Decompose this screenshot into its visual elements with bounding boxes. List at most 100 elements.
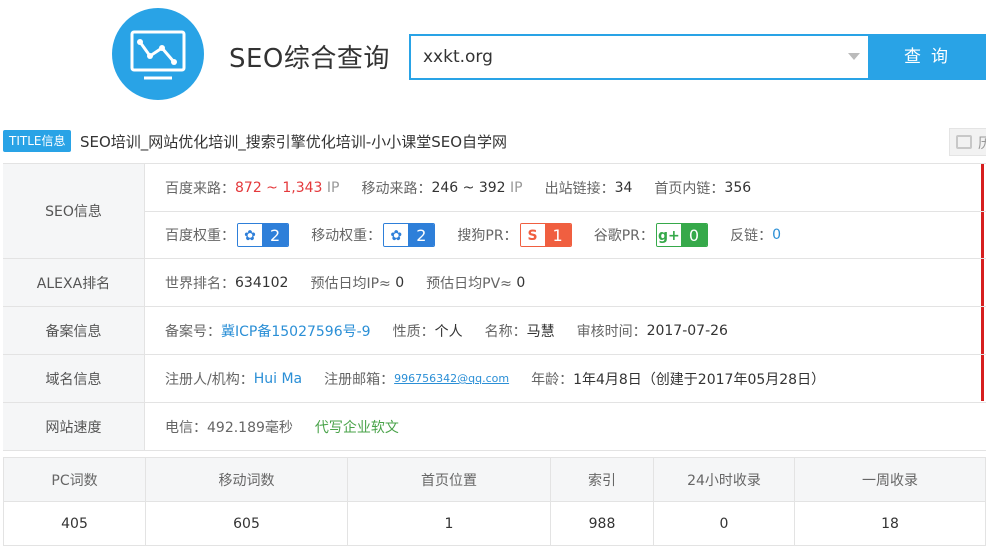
label: 电信： bbox=[165, 419, 207, 436]
row-speed: 网站速度 电信： 492.189毫秒 代写企业软文 bbox=[3, 403, 986, 451]
icp-name: 名称： 马慧 bbox=[485, 321, 555, 341]
outbound-links: 出站链接： 34 bbox=[545, 178, 633, 198]
icp-nature: 性质： 个人 bbox=[393, 321, 463, 341]
value: 0 bbox=[516, 274, 526, 291]
row-label: 网站速度 bbox=[3, 403, 145, 450]
weight-line: 百度权重： ✿ 2 移动权重： ✿ 2 搜狗PR： S 1 谷歌PR： g+ 0… bbox=[145, 211, 986, 258]
search-input[interactable] bbox=[423, 36, 823, 78]
title-badge: TITLE信息 bbox=[3, 130, 72, 152]
daily-ip: 预估日均IP≈ 0 bbox=[310, 273, 404, 293]
label: 谷歌PR： bbox=[593, 228, 654, 244]
chevron-down-icon[interactable] bbox=[848, 53, 860, 60]
value: 34 bbox=[614, 179, 633, 196]
registrant[interactable]: 注册人/机构： Hui Ma bbox=[165, 369, 302, 389]
value: 872 ~ 1,343 bbox=[235, 179, 323, 196]
label: 预估日均IP≈ bbox=[310, 275, 391, 292]
col-header: 首页位置 bbox=[347, 457, 551, 502]
domain-age: 年龄： 1年4月8日 （创建于2017年05月28日） bbox=[531, 369, 825, 389]
created-note: （创建于2017年05月28日） bbox=[641, 371, 826, 388]
google-plus-icon: g+ bbox=[656, 224, 681, 246]
value: 0 bbox=[680, 224, 708, 246]
search-button[interactable]: 查询 bbox=[868, 34, 986, 80]
sogou-pr-badge[interactable]: S 1 bbox=[519, 223, 572, 247]
pc-words[interactable]: 405 bbox=[3, 501, 146, 546]
icp-line: 备案号： 冀ICP备15027596号-9 性质： 个人 名称： 马慧 审核时间… bbox=[145, 307, 986, 354]
mobile-traffic: 移动来路： 246 ~ 392 IP bbox=[361, 178, 522, 198]
label: 首页内链： bbox=[654, 180, 725, 197]
index-count[interactable]: 988 bbox=[550, 501, 654, 546]
col-header: PC词数 bbox=[3, 457, 146, 502]
label: 审核时间： bbox=[576, 323, 647, 340]
col-header: 索引 bbox=[550, 457, 654, 502]
label: 性质： bbox=[392, 323, 435, 340]
paw-icon: ✿ bbox=[238, 224, 262, 246]
value: 1年4月8日 bbox=[573, 371, 642, 388]
sogou-pr[interactable]: 搜狗PR： S 1 bbox=[457, 223, 572, 247]
col-header: 移动词数 bbox=[145, 457, 348, 502]
indexed-week[interactable]: 18 bbox=[794, 501, 986, 546]
value: 个人 bbox=[434, 323, 463, 340]
table-row: 405 605 1 988 0 18 bbox=[3, 501, 986, 546]
label: 搜狗PR： bbox=[457, 228, 518, 244]
sogou-icon: S bbox=[520, 224, 545, 246]
label: 百度权重： bbox=[165, 228, 235, 244]
icp-link[interactable]: 冀ICP备15027596号-9 bbox=[221, 321, 371, 341]
value: 2 bbox=[262, 224, 289, 246]
value: 0 bbox=[395, 274, 405, 291]
label: 预估日均PV≈ bbox=[426, 275, 512, 292]
google-pr-badge[interactable]: g+ 0 bbox=[655, 223, 709, 247]
label: 年龄： bbox=[531, 371, 574, 388]
row-icp: 备案信息 备案号： 冀ICP备15027596号-9 性质： 个人 名称： 马慧… bbox=[3, 307, 986, 355]
world-rank: 世界排名： 634102 bbox=[165, 273, 288, 293]
unit: IP bbox=[326, 179, 340, 196]
stats-header-row: PC词数 移动词数 首页位置 索引 24小时收录 一周收录 bbox=[3, 457, 986, 502]
label: 世界排名： bbox=[165, 275, 235, 292]
row-label: 备案信息 bbox=[3, 307, 145, 354]
mobile-weight-badge[interactable]: ✿ 2 bbox=[383, 223, 436, 247]
baidu-weight[interactable]: 百度权重： ✿ 2 bbox=[165, 223, 290, 247]
baidu-weight-badge[interactable]: ✿ 2 bbox=[237, 223, 290, 247]
history-button[interactable]: 历 bbox=[949, 128, 986, 156]
domain-line: 注册人/机构： Hui Ma 注册邮箱： 996756342@qq.com 年龄… bbox=[145, 355, 986, 402]
paw-icon: ✿ bbox=[384, 224, 409, 246]
site-title: SEO培训_网站优化培训_搜索引擎优化培训-小小课堂SEO自学网 bbox=[80, 133, 508, 151]
icp-number[interactable]: 备案号： 冀ICP备15027596号-9 bbox=[165, 321, 371, 341]
row-seo-info: SEO信息 百度来路： 872 ~ 1,343 IP 移动来路： 246 ~ 3… bbox=[3, 164, 986, 259]
alexa-line: 世界排名： 634102 预估日均IP≈ 0 预估日均PV≈ 0 bbox=[145, 259, 986, 306]
google-pr[interactable]: 谷歌PR： g+ 0 bbox=[593, 223, 709, 247]
label: 备案号： bbox=[165, 323, 221, 340]
inbound-links: 首页内链： 356 bbox=[654, 178, 751, 198]
baidu-traffic: 百度来路： 872 ~ 1,343 IP bbox=[165, 178, 339, 198]
mobile-weight[interactable]: 移动权重： ✿ 2 bbox=[311, 223, 436, 247]
history-label: 历 bbox=[978, 136, 986, 152]
ad-link[interactable]: 代写企业软文 bbox=[315, 417, 399, 437]
col-header: 24小时收录 bbox=[653, 457, 795, 502]
app-title: SEO综合查询 bbox=[229, 44, 390, 74]
email-link[interactable]: 996756342@qq.com bbox=[394, 372, 509, 385]
row-domain: 域名信息 注册人/机构： Hui Ma 注册邮箱： 996756342@qq.c… bbox=[3, 355, 986, 403]
mobile-words[interactable]: 605 bbox=[145, 501, 348, 546]
homepage-position[interactable]: 1 bbox=[347, 501, 551, 546]
label: 注册人/机构： bbox=[165, 371, 254, 388]
backlinks[interactable]: 反链： 0 bbox=[730, 225, 781, 245]
row-label: ALEXA排名 bbox=[3, 259, 145, 306]
label: 反链： bbox=[730, 228, 773, 244]
col-header: 一周收录 bbox=[794, 457, 986, 502]
seo-info-table: SEO信息 百度来路： 872 ~ 1,343 IP 移动来路： 246 ~ 3… bbox=[3, 163, 986, 451]
row-label: SEO信息 bbox=[3, 164, 145, 258]
daily-pv: 预估日均PV≈ 0 bbox=[426, 273, 525, 293]
label: 出站链接： bbox=[544, 180, 615, 197]
registrant-link[interactable]: Hui Ma bbox=[254, 371, 302, 387]
search-box[interactable] bbox=[409, 34, 868, 80]
backlinks-link[interactable]: 0 bbox=[772, 227, 781, 243]
unit: IP bbox=[510, 179, 523, 196]
telecom-speed: 电信： 492.189毫秒 bbox=[165, 417, 293, 437]
row-label: 域名信息 bbox=[3, 355, 145, 402]
indexed-24h[interactable]: 0 bbox=[653, 501, 795, 546]
label: 注册邮箱： bbox=[324, 371, 395, 388]
speed-line: 电信： 492.189毫秒 代写企业软文 bbox=[145, 403, 986, 450]
value: 1 bbox=[544, 224, 571, 246]
label: 移动来路： bbox=[361, 180, 432, 197]
label: 名称： bbox=[484, 323, 527, 340]
registrant-email[interactable]: 注册邮箱： 996756342@qq.com bbox=[324, 369, 509, 389]
